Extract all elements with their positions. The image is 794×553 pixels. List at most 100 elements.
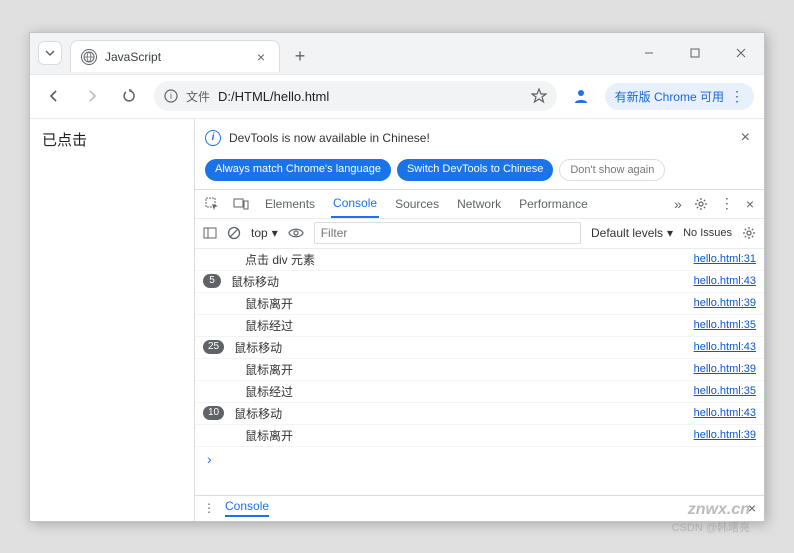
log-source-link[interactable]: hello.html:35 [694, 385, 756, 397]
log-message: 鼠标经过 [227, 383, 694, 400]
log-count-badge: 25 [203, 340, 224, 354]
log-source-link[interactable]: hello.html:39 [694, 429, 756, 441]
tab-search-button[interactable] [38, 41, 62, 65]
gear-icon [694, 197, 708, 211]
log-message: 鼠标移动 [230, 339, 694, 356]
issues-label[interactable]: No Issues [683, 227, 732, 239]
log-message: 鼠标离开 [227, 295, 694, 312]
chevron-down-icon: ▾ [667, 226, 673, 240]
chevron-down-icon: ▾ [272, 226, 278, 240]
tab-performance[interactable]: Performance [517, 191, 590, 217]
devtools-menu-button[interactable]: ⋮ [720, 195, 734, 212]
chrome-update-pill[interactable]: 有新版 Chrome 可用 ⋮ [605, 83, 754, 110]
console-prompt[interactable]: › [195, 447, 764, 471]
settings-button[interactable] [694, 197, 708, 211]
window-controls [626, 32, 764, 74]
device-toolbar-button[interactable] [233, 197, 249, 211]
devices-icon [233, 197, 249, 211]
console-sidebar-toggle[interactable] [203, 227, 217, 239]
log-source-link[interactable]: hello.html:39 [694, 297, 756, 309]
notice-buttons: Always match Chrome's language Switch De… [195, 157, 764, 189]
window-close-button[interactable] [718, 32, 764, 74]
inspect-element-button[interactable] [205, 197, 219, 211]
maximize-icon [690, 48, 700, 58]
log-row[interactable]: 10 鼠标移动hello.html:43 [195, 403, 764, 425]
notice-close-button[interactable]: × [737, 125, 754, 151]
drawer-tab-console[interactable]: Console [225, 499, 269, 517]
log-message: 鼠标经过 [227, 317, 694, 334]
tab-elements[interactable]: Elements [263, 191, 317, 217]
back-button[interactable] [40, 82, 68, 110]
chevron-down-icon [45, 48, 55, 58]
clear-icon [227, 226, 241, 240]
drawer-close-button[interactable]: × [748, 500, 756, 516]
star-icon [531, 88, 547, 104]
console-filterbar: top ▾ Default levels ▾ No Issues [195, 219, 764, 249]
gear-icon [742, 226, 756, 240]
eye-icon [288, 227, 304, 239]
log-row[interactable]: 鼠标经过hello.html:35 [195, 315, 764, 337]
log-row[interactable]: 25 鼠标移动hello.html:43 [195, 337, 764, 359]
profile-button[interactable] [567, 82, 595, 110]
tab-close-button[interactable]: × [253, 49, 269, 65]
close-icon [736, 48, 746, 58]
tab-title: JavaScript [105, 50, 245, 64]
more-tabs-button[interactable]: » [674, 196, 682, 212]
tab-sources[interactable]: Sources [393, 191, 441, 217]
log-source-link[interactable]: hello.html:43 [694, 407, 756, 419]
live-expression-button[interactable] [288, 227, 304, 239]
drawer-menu-button[interactable]: ⋮ [203, 501, 215, 515]
log-levels-selector[interactable]: Default levels ▾ [591, 226, 673, 240]
switch-to-chinese-button[interactable]: Switch DevTools to Chinese [397, 159, 553, 181]
log-row[interactable]: 鼠标离开hello.html:39 [195, 359, 764, 381]
tab-network[interactable]: Network [455, 191, 503, 217]
new-tab-button[interactable]: + [286, 42, 314, 70]
devtools-drawer: ⋮ Console × [195, 495, 764, 521]
content-area: 已点击 i DevTools is now available in Chine… [30, 119, 764, 521]
clear-console-button[interactable] [227, 226, 241, 240]
log-source-link[interactable]: hello.html:31 [694, 253, 756, 265]
context-label: top [251, 226, 268, 240]
filter-input[interactable] [314, 222, 581, 244]
log-row[interactable]: 点击 div 元素hello.html:31 [195, 249, 764, 271]
dont-show-again-button[interactable]: Don't show again [559, 159, 665, 181]
tab-console[interactable]: Console [331, 190, 379, 218]
always-match-language-button[interactable]: Always match Chrome's language [205, 159, 391, 181]
log-row[interactable]: 鼠标经过hello.html:35 [195, 381, 764, 403]
console-log-area[interactable]: 点击 div 元素hello.html:315鼠标移动hello.html:43… [195, 249, 764, 495]
minimize-icon [644, 48, 654, 58]
page-body[interactable]: 已点击 [30, 119, 195, 521]
arrow-right-icon [84, 88, 100, 104]
bookmark-star-button[interactable] [531, 88, 547, 104]
log-row[interactable]: 5鼠标移动hello.html:43 [195, 271, 764, 293]
console-settings-button[interactable] [742, 226, 756, 240]
update-label: 有新版 Chrome 可用 [615, 88, 724, 105]
reload-button[interactable] [116, 82, 144, 110]
log-row[interactable]: 鼠标离开hello.html:39 [195, 293, 764, 315]
maximize-button[interactable] [672, 32, 718, 74]
log-message: 鼠标移动 [230, 405, 694, 422]
person-icon [572, 87, 590, 105]
log-message: 鼠标移动 [227, 273, 694, 290]
omnibox[interactable]: i 文件 D:/HTML/hello.html [154, 81, 557, 111]
log-source-link[interactable]: hello.html:35 [694, 319, 756, 331]
context-selector[interactable]: top ▾ [251, 226, 278, 240]
browser-tab[interactable]: JavaScript × [70, 40, 280, 72]
svg-text:i: i [170, 91, 172, 101]
devtools-close-button[interactable]: × [746, 196, 754, 212]
log-source-link[interactable]: hello.html:39 [694, 363, 756, 375]
devtools-panel: i DevTools is now available in Chinese! … [195, 119, 764, 521]
log-source-link[interactable]: hello.html:43 [694, 275, 756, 287]
omnibox-path: D:/HTML/hello.html [218, 89, 523, 104]
browser-titlebar: JavaScript × + [30, 33, 764, 75]
log-message: 鼠标离开 [227, 427, 694, 444]
arrow-left-icon [46, 88, 62, 104]
file-icon: i [164, 89, 178, 103]
log-count-badge: 10 [203, 406, 224, 420]
forward-button[interactable] [78, 82, 106, 110]
minimize-button[interactable] [626, 32, 672, 74]
log-source-link[interactable]: hello.html:43 [694, 341, 756, 353]
browser-toolbar: i 文件 D:/HTML/hello.html 有新版 Chrome 可用 ⋮ [30, 75, 764, 119]
log-message: 鼠标离开 [227, 361, 694, 378]
log-row[interactable]: 鼠标离开hello.html:39 [195, 425, 764, 447]
